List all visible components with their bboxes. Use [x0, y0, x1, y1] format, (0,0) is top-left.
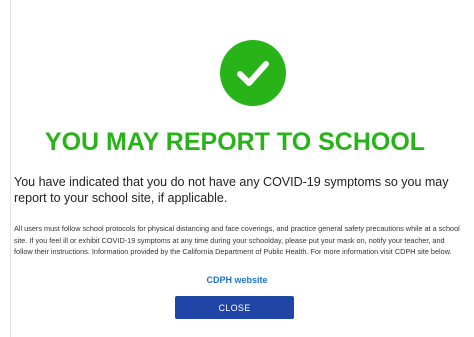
safety-instructions: All users must follow school protocols f… [14, 224, 460, 256]
result-subheadline: You have indicated that you do not have … [14, 175, 449, 205]
result-headline: YOU MAY REPORT TO SCHOOL [44, 128, 426, 156]
window-edge [0, 0, 11, 337]
success-check-badge [220, 40, 286, 106]
screening-result-dialog [18, 0, 462, 337]
close-button[interactable]: CLOSE [175, 296, 294, 319]
cdph-website-link[interactable]: CDPH website [0, 275, 474, 285]
check-icon [237, 61, 269, 86]
